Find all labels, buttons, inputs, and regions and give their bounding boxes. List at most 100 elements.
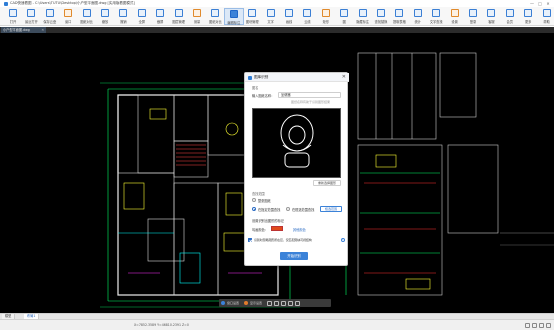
dialog-logo-icon <box>248 75 252 80</box>
region-range-radio[interactable] <box>286 207 290 211</box>
tool-cloud-save-button[interactable]: 保存云盘 <box>40 8 60 25</box>
whole-drawing-label: 整张图纸 <box>258 199 271 203</box>
open-icon <box>9 9 17 17</box>
tool-label: 云线 <box>304 19 311 24</box>
dialog-title-bar: 图库识别 ✕ <box>245 73 349 82</box>
background-toggle-icon[interactable] <box>546 323 551 328</box>
tool-label: 会员 <box>506 19 513 24</box>
more-icon <box>524 9 533 17</box>
tool-label: 全屏 <box>138 19 145 24</box>
tool-undo-button[interactable]: 撤销 <box>113 8 133 25</box>
grid-toggle-icon[interactable] <box>525 323 530 328</box>
screenshot-icon <box>156 9 165 17</box>
vip-icon <box>505 9 514 17</box>
fullscreen-icon <box>137 9 146 17</box>
tool-stat-button[interactable]: 统计 <box>408 8 428 25</box>
tool-label: 统计 <box>414 19 421 24</box>
undo-icon <box>119 9 128 17</box>
rect-icon <box>321 9 330 17</box>
tool-block-button[interactable]: 图块管理 <box>242 8 262 25</box>
tool-label: 图层管理 <box>172 19 185 24</box>
tool-label: 图块管理 <box>245 19 259 24</box>
rotate-icon[interactable] <box>295 300 301 306</box>
dialog-title: 图库识别 <box>254 75 269 79</box>
tool-open-button[interactable]: 打开 <box>3 8 23 25</box>
tool-label: 文字 <box>267 19 274 24</box>
view-range-label: 在指定范围查找 <box>258 208 281 212</box>
annotate-icon <box>229 10 238 18</box>
tool-circle-button[interactable]: 圆 <box>334 8 354 25</box>
window-title: CAD快速看图 - C:\Users\TUTU\Desktop\小户型平面图.d… <box>10 1 135 5</box>
hide-icon <box>358 9 367 17</box>
measure-icon <box>193 9 201 17</box>
search-icon <box>377 9 385 17</box>
tool-hide-button[interactable]: 隐藏标注 <box>353 8 373 25</box>
display-settings-button[interactable]: 显示设置 <box>250 301 262 305</box>
recent-icon <box>27 9 36 17</box>
tool-annotate-button[interactable]: 编辑标注 <box>223 8 244 25</box>
snap-toggle-icon[interactable] <box>532 323 537 328</box>
shape-preview <box>252 108 341 178</box>
tool-compare-button[interactable]: 图纸对比 <box>77 8 97 25</box>
select-region-button[interactable]: 框选范围 <box>320 206 342 212</box>
close-window-button[interactable]: ✕ <box>544 0 552 7</box>
tool-measure-button[interactable]: 测量 <box>187 8 207 25</box>
mark-color-swatch[interactable] <box>271 226 283 231</box>
name-field-label: 输入图纸名称： <box>252 94 275 98</box>
tool-login-button[interactable]: 登录 <box>463 8 483 25</box>
toilet-preview-icon <box>280 114 314 168</box>
find-text-icon <box>432 9 441 17</box>
service-icon <box>487 9 496 17</box>
tool-more-button[interactable]: 更多 <box>518 8 538 25</box>
name-hint: 图纸名称有助于识别图形结果 <box>291 100 331 104</box>
other-color-link[interactable]: 其他颜色 <box>293 227 306 232</box>
ribbon-toolbar: 打开 最近打开 保存云盘 窗口 图纸对比 缩放 撤销 全屏 截屏 图层管理 测量 图纸对比 编辑标注 图块… <box>0 7 554 26</box>
view-range-radio[interactable] <box>252 207 256 211</box>
ignore-layer-checkbox[interactable] <box>248 238 252 242</box>
tool-screenshot-button[interactable]: 截屏 <box>150 8 170 25</box>
tool-label: 文字查找 <box>429 19 443 24</box>
window-settings-icon <box>221 301 225 305</box>
tool-service-button[interactable]: 客服 <box>481 8 501 25</box>
tool-table-button[interactable]: 提取表格 <box>389 8 409 25</box>
tool-fullscreen-button[interactable]: 全屏 <box>132 8 152 25</box>
tool-layer-button[interactable]: 图层管理 <box>169 8 189 25</box>
tool-recent-button[interactable]: 最近打开 <box>21 8 41 25</box>
tool-line-button[interactable]: 画线 <box>279 8 299 25</box>
tool-window-button[interactable]: 窗口 <box>58 8 78 25</box>
tool-label: 截屏 <box>157 19 164 24</box>
zoom-in-icon[interactable] <box>274 300 280 306</box>
tool-label: 客服 <box>488 19 495 24</box>
tool-find-text-button[interactable]: 文字查找 <box>426 8 446 25</box>
tool-help-button[interactable]: 帮助 <box>537 8 554 25</box>
help-icon[interactable]: ? <box>341 238 345 242</box>
settings-icon <box>450 9 459 17</box>
zoom-out-icon[interactable] <box>281 300 287 306</box>
tool-search-button[interactable]: 查找替换 <box>371 8 391 25</box>
tool-zoom-button[interactable]: 缩放 <box>95 8 115 25</box>
tool-vip-button[interactable]: 会员 <box>500 8 520 25</box>
mark-color-label: 勾画颜色： <box>252 228 268 232</box>
tool-label: 图纸对比 <box>80 19 93 24</box>
minimize-button[interactable]: — <box>528 0 536 7</box>
tool-text-button[interactable]: 文字 <box>261 8 281 25</box>
whole-drawing-radio[interactable] <box>252 198 256 202</box>
ortho-toggle-icon[interactable] <box>539 323 544 328</box>
start-recognition-button[interactable]: 开始识别 <box>280 252 308 260</box>
dialog-close-button[interactable]: ✕ <box>342 73 346 82</box>
maximize-button[interactable]: □ <box>536 0 544 7</box>
drawing-name-input[interactable]: 坐便器 <box>278 92 341 98</box>
tool-label: 提取表格 <box>393 19 406 24</box>
window-settings-button[interactable]: 窗口设置 <box>227 301 239 305</box>
pan-icon[interactable] <box>267 300 273 306</box>
tool-rect-button[interactable]: 矩形 <box>316 8 336 25</box>
tool-label: 登录 <box>469 19 477 24</box>
window-icon <box>64 9 73 17</box>
tool-settings-button[interactable]: 设置 <box>445 8 465 25</box>
tool-diff-button[interactable]: 图纸对比 <box>205 8 225 25</box>
text-icon <box>266 9 275 17</box>
cloud-line-icon <box>303 9 312 17</box>
fit-view-icon[interactable] <box>288 300 294 306</box>
tool-cloud-line-button[interactable]: 云线 <box>297 8 317 25</box>
reselect-shape-button[interactable]: 重新选择图形 <box>313 180 341 186</box>
